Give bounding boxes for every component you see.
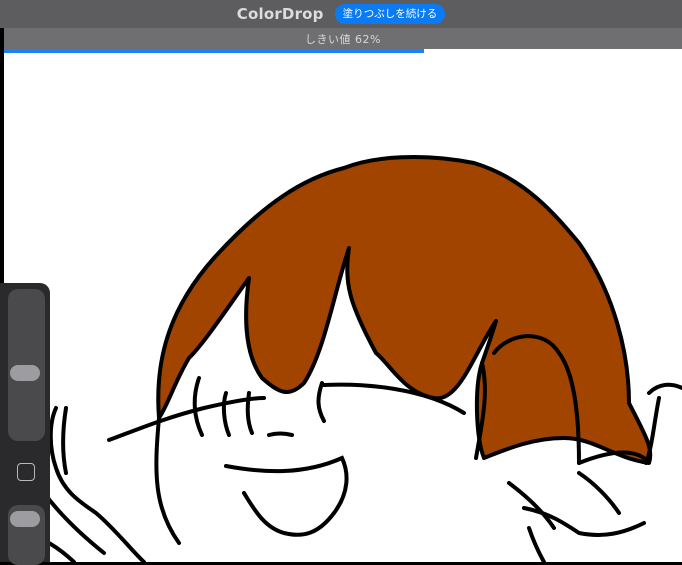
top-bar: ColorDrop 塗りつぶしを続ける xyxy=(0,0,682,28)
threshold-bar: しきい値 62% xyxy=(4,28,682,49)
square-icon[interactable] xyxy=(17,463,35,481)
continue-fill-button[interactable]: 塗りつぶしを続ける xyxy=(334,4,446,24)
app-title: ColorDrop xyxy=(236,5,324,23)
threshold-label: しきい値 62% xyxy=(305,32,381,46)
brush-size-slider-thumb[interactable] xyxy=(10,365,40,381)
opacity-slider-thumb[interactable] xyxy=(10,511,40,527)
nose xyxy=(267,431,294,437)
tool-panel xyxy=(0,283,50,565)
drawing-svg xyxy=(22,154,682,562)
left-eye-line xyxy=(107,396,266,442)
face-outline xyxy=(154,416,181,545)
right-hand xyxy=(647,382,682,395)
drawing-canvas[interactable] xyxy=(4,53,682,562)
mouth xyxy=(224,455,349,537)
